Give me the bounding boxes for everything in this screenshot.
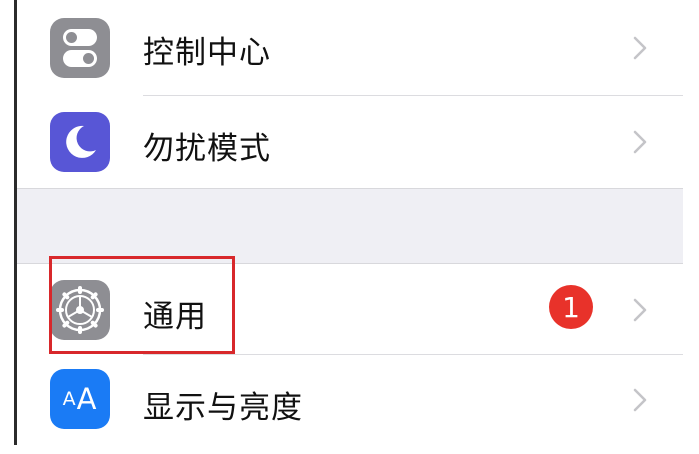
text-size-icon: A A [50,369,110,429]
settings-row-label: 显示与亮度 [143,390,303,426]
icon-letter-large: A [76,382,98,416]
chevron-right-icon [633,388,647,412]
chevron-right-icon [633,36,647,60]
section-spacer [17,188,683,264]
settings-row-label: 控制中心 [143,35,271,71]
settings-row-general[interactable]: 通用 1 [17,264,683,355]
settings-row-label: 通用 [143,299,207,335]
crescent-moon-icon [50,112,110,172]
settings-row-do-not-disturb[interactable]: 勿扰模式 [17,96,683,188]
settings-row-display-brightness[interactable]: A A 显示与亮度 [17,355,683,445]
settings-screen: 控制中心 勿扰模式 通用 1 A A 显示与亮度 [0,0,699,454]
icon-letter-small: A [62,388,77,410]
chevron-right-icon [633,298,647,322]
settings-row-label: 勿扰模式 [143,131,271,167]
settings-row-control-center[interactable]: 控制中心 [17,0,683,96]
chevron-right-icon [633,130,647,154]
notification-badge: 1 [549,285,593,329]
gear-icon [50,280,110,340]
toggle-switches-icon [50,18,110,78]
